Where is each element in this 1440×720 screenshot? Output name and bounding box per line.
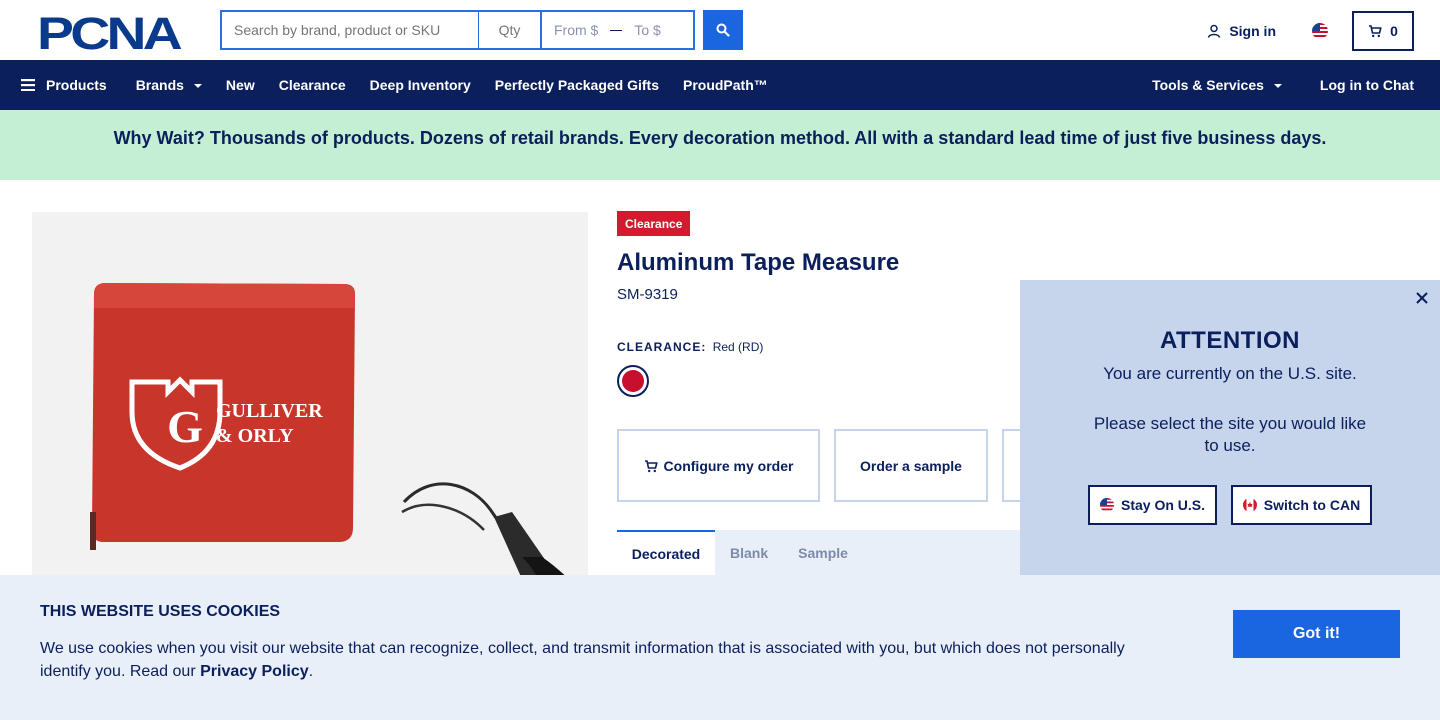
stay-us-label: Stay On U.S. [1120, 497, 1206, 513]
configure-order-button[interactable]: Configure my order [617, 429, 820, 502]
search-bar: From $ To $ [220, 10, 743, 50]
clearance-label: CLEARANCE: [617, 340, 707, 354]
cart-button[interactable]: 0 [1352, 11, 1414, 51]
nav-products[interactable]: Products [21, 60, 107, 110]
sign-in-label: Sign in [1229, 23, 1276, 39]
swatch-fill [622, 370, 644, 392]
chevron-down-icon [193, 84, 202, 88]
nav-tools-label: Tools & Services [1152, 77, 1264, 93]
close-icon[interactable] [1414, 290, 1430, 306]
site-header: PCNA From $ To $ Sign in [0, 0, 1440, 60]
pricing-tabs: Decorated Blank Sample [617, 530, 1037, 575]
qty-input[interactable] [478, 10, 540, 50]
logo-text: PCNA [37, 12, 182, 50]
cart-icon [644, 459, 658, 472]
nav-brands[interactable]: Brands [136, 60, 202, 110]
tab-sample[interactable]: Sample [783, 530, 863, 575]
nav-new[interactable]: New [226, 60, 255, 110]
tab-decorated[interactable]: Decorated [617, 530, 715, 575]
sign-in-link[interactable]: Sign in [1207, 23, 1276, 39]
image-brand-line2: & ORLY [216, 425, 294, 447]
clearance-badge: Clearance [617, 211, 691, 236]
color-name: Red (RD) [712, 340, 764, 354]
cookie-period: . [308, 663, 314, 680]
menu-icon [21, 79, 35, 91]
privacy-policy-link[interactable]: Privacy Policy [200, 663, 309, 680]
modal-current-site: You are currently on the U.S. site. [1103, 364, 1357, 383]
nav-right: Tools & Services Log in to Chat [1152, 60, 1440, 110]
nav-brands-label: Brands [135, 77, 184, 93]
price-to-input[interactable]: To $ [634, 22, 660, 38]
switch-can-button[interactable]: Switch to CAN [1231, 485, 1372, 525]
cart-count: 0 [1390, 23, 1398, 39]
price-range[interactable]: From $ To $ [540, 10, 695, 50]
cart-icon [1369, 25, 1382, 38]
us-flag-icon [1099, 498, 1114, 512]
cookie-banner: THIS WEBSITE USES COOKIES We use cookies… [0, 575, 1440, 720]
search-icon [716, 23, 730, 37]
switch-can-label: Switch to CAN [1263, 497, 1361, 513]
nav-products-label: Products [46, 77, 107, 93]
color-selection: CLEARANCE: Red (RD) [617, 340, 763, 354]
cookie-text: We use cookies when you visit our websit… [40, 637, 1150, 683]
order-sample-button[interactable]: Order a sample [834, 429, 988, 502]
cookie-title: THIS WEBSITE USES COOKIES [40, 603, 281, 620]
nav-proudpath[interactable]: ProudPath™ [683, 60, 768, 110]
modal-title: ATTENTION [1159, 327, 1301, 354]
search-button[interactable] [703, 10, 743, 50]
svg-text:G: G [167, 401, 203, 452]
tape-measure-image: G GULLIVER & ORLY [90, 283, 588, 612]
user-icon [1208, 24, 1221, 38]
product-image[interactable]: G GULLIVER & ORLY [32, 212, 588, 612]
nav-gifts[interactable]: Perfectly Packaged Gifts [495, 60, 659, 110]
promo-text: Why Wait? Thousands of products. Dozens … [113, 127, 1327, 148]
promo-banner: Why Wait? Thousands of products. Dozens … [0, 110, 1440, 180]
canada-flag-icon [1242, 498, 1257, 512]
color-swatch-red[interactable] [617, 365, 649, 397]
nav-deep-inventory[interactable]: Deep Inventory [370, 60, 471, 110]
modal-instruction: Please select the site you would like to… [1093, 414, 1367, 455]
nav-chat-login[interactable]: Log in to Chat [1320, 60, 1414, 110]
search-input[interactable] [220, 10, 478, 50]
nav-clearance[interactable]: Clearance [279, 60, 346, 110]
nav-tools[interactable]: Tools & Services [1152, 60, 1282, 110]
cookie-accept-button[interactable]: Got it! [1233, 610, 1400, 658]
chevron-down-icon [1273, 84, 1282, 88]
price-from-input[interactable]: From $ [554, 22, 598, 38]
pcna-logo[interactable]: PCNA [37, 12, 185, 50]
image-brand-line1: GULLIVER [216, 400, 323, 422]
product-title: Aluminum Tape Measure [617, 249, 900, 276]
order-sample-label: Order a sample [860, 457, 962, 474]
tab-blank[interactable]: Blank [715, 530, 783, 575]
us-flag-icon[interactable] [1312, 23, 1328, 39]
header-actions: Sign in 0 [1207, 11, 1414, 51]
main-nav: Products Brands New Clearance Deep Inven… [0, 60, 1440, 110]
stay-us-button[interactable]: Stay On U.S. [1088, 485, 1217, 525]
site-select-modal: ATTENTION You are currently on the U.S. … [1020, 280, 1440, 576]
configure-label: Configure my order [663, 457, 794, 474]
range-dash [610, 29, 623, 31]
product-sku: SM-9319 [617, 286, 678, 303]
